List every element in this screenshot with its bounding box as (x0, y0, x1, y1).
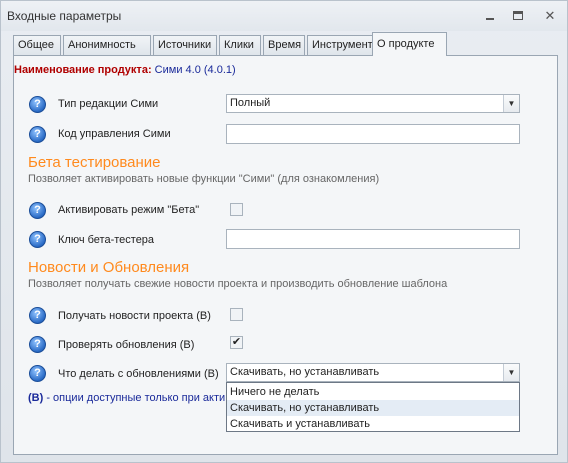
help-icon[interactable]: ? (29, 202, 46, 219)
beta-section-description: Позволяет активировать новые функции "Си… (28, 173, 380, 185)
help-icon[interactable]: ? (29, 126, 46, 143)
close-icon: ✕ (544, 8, 556, 23)
update-action-value: Скачивать, но устанавливать (230, 366, 380, 378)
help-icon[interactable]: ? (29, 336, 46, 353)
dropdown-option[interactable]: Ничего не делать (227, 384, 519, 400)
help-icon[interactable]: ? (29, 365, 46, 382)
help-icon[interactable]: ? (29, 231, 46, 248)
help-icon[interactable]: ? (29, 307, 46, 324)
edition-select-value: Полный (230, 97, 271, 109)
footnote-text: - опции доступные только при акти (43, 392, 226, 404)
title-bar: Входные параметры ✕ (1, 1, 567, 31)
footnote: (B) - опции доступные только при акти (28, 392, 226, 404)
news-section-title: Новости и Обновления (28, 259, 190, 276)
chevron-down-icon[interactable]: ▼ (503, 95, 519, 112)
beta-section-title: Бета тестирование (28, 154, 161, 171)
tab-about[interactable]: О продукте (372, 32, 447, 56)
help-icon[interactable]: ? (29, 96, 46, 113)
beta-key-label: Ключ бета-тестера (58, 234, 155, 246)
minimize-icon (486, 18, 494, 20)
get-news-label: Получать новости проекта (B) (58, 310, 211, 322)
edition-label: Тип редакции Сими (58, 98, 159, 110)
tab-time[interactable]: Время (263, 35, 305, 55)
maximize-icon (513, 11, 523, 20)
tab-clicks[interactable]: Клики (219, 35, 261, 55)
tab-sources[interactable]: Источники (153, 35, 217, 55)
window-title: Входные параметры (7, 9, 122, 23)
tab-general[interactable]: Общее (13, 35, 61, 55)
beta-mode-checkbox[interactable] (230, 203, 243, 216)
maximize-button[interactable] (507, 7, 529, 25)
check-updates-checkbox[interactable]: ✔ (230, 336, 243, 349)
footnote-marker: (B) (28, 392, 44, 404)
product-name-value: Сими 4.0 (4.0.1) (154, 64, 236, 76)
check-icon: ✔ (231, 336, 242, 348)
minimize-button[interactable] (479, 7, 501, 25)
beta-key-input[interactable] (226, 229, 520, 249)
product-name-label: Наименование продукта: (14, 64, 152, 76)
check-updates-label: Проверять обновления (B) (58, 339, 195, 351)
update-action-select[interactable]: Скачивать, но устанавливать ▼ (226, 363, 520, 382)
dropdown-option[interactable]: Скачивать и устанавливать (227, 416, 519, 432)
dialog-window: Входные параметры ✕ Общее Анонимность Ис… (0, 0, 568, 463)
close-button[interactable]: ✕ (539, 7, 561, 25)
get-news-checkbox[interactable] (230, 308, 243, 321)
control-code-input[interactable] (226, 124, 520, 144)
tab-anonymity[interactable]: Анонимность (63, 35, 151, 55)
control-code-label: Код управления Сими (58, 128, 171, 140)
product-name-row: Наименование продукта: Сими 4.0 (4.0.1) (14, 64, 236, 76)
beta-mode-label: Активировать режим "Бета" (58, 204, 200, 216)
dropdown-option[interactable]: Скачивать, но устанавливать (227, 400, 519, 416)
chevron-down-icon[interactable]: ▼ (503, 364, 519, 381)
edition-select[interactable]: Полный ▼ (226, 94, 520, 113)
news-section-description: Позволяет получать свежие новости проект… (28, 278, 448, 290)
update-action-label: Что делать с обновлениями (B) (58, 368, 219, 380)
update-action-dropdown-list: Ничего не делать Скачивать, но устанавли… (226, 382, 520, 432)
